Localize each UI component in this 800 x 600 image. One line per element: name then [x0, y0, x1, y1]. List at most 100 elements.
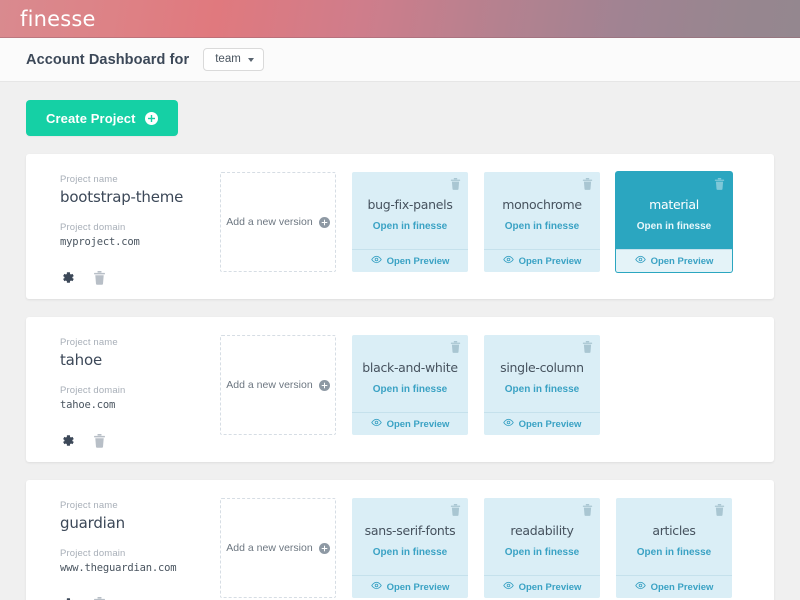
open-preview-button[interactable]: Open Preview	[484, 249, 600, 272]
version-delete-button[interactable]	[450, 341, 461, 353]
project-settings-button[interactable]	[60, 433, 75, 448]
open-preview-label: Open Preview	[650, 255, 714, 267]
team-selector[interactable]: team	[203, 47, 264, 72]
version-card[interactable]: monochrome Open in finesse Open Preview	[484, 172, 600, 272]
open-in-finesse-link[interactable]: Open in finesse	[505, 384, 579, 395]
version-name: black-and-white	[362, 360, 458, 375]
add-version-button[interactable]: Add a new version	[220, 172, 336, 272]
project-name: bootstrap-theme	[60, 188, 184, 206]
open-preview-button[interactable]: Open Preview	[352, 249, 468, 272]
plus-circle-icon	[318, 216, 330, 228]
plus-circle-icon	[318, 379, 330, 391]
open-preview-label: Open Preview	[518, 581, 582, 593]
create-project-label: Create Project	[46, 110, 136, 126]
version-card-body: readability Open in finesse	[484, 498, 600, 575]
open-in-finesse-link[interactable]: Open in finesse	[637, 547, 711, 558]
version-card[interactable]: single-column Open in finesse Open Previ…	[484, 335, 600, 435]
open-preview-button[interactable]: Open Preview	[352, 412, 468, 435]
project-name-label: Project name	[60, 337, 118, 348]
open-in-finesse-link[interactable]: Open in finesse	[505, 547, 579, 558]
version-card-body: material Open in finesse	[616, 172, 732, 249]
main-content: Create Project Project name bootstrap-th…	[0, 82, 800, 600]
version-delete-button[interactable]	[582, 178, 593, 190]
project-meta: Project name guardian Project domain www…	[44, 494, 220, 600]
open-preview-label: Open Preview	[650, 581, 714, 593]
project-delete-button[interactable]	[93, 596, 106, 600]
projects-list: Project name bootstrap-theme Project dom…	[26, 154, 774, 600]
project-name: guardian	[60, 514, 125, 532]
version-delete-button[interactable]	[714, 504, 725, 516]
version-delete-button[interactable]	[582, 341, 593, 353]
project-settings-button[interactable]	[60, 596, 75, 600]
trash-icon	[582, 341, 593, 356]
project-name-label: Project name	[60, 174, 118, 185]
version-card-body: articles Open in finesse	[616, 498, 732, 575]
trash-icon	[450, 504, 461, 519]
version-name: sans-serif-fonts	[364, 523, 456, 538]
open-in-finesse-link[interactable]: Open in finesse	[373, 221, 447, 232]
version-delete-button[interactable]	[450, 178, 461, 190]
open-preview-button[interactable]: Open Preview	[484, 575, 600, 598]
open-preview-label: Open Preview	[386, 255, 450, 267]
eye-icon	[634, 581, 646, 593]
trash-icon	[450, 341, 461, 356]
project-delete-button[interactable]	[93, 270, 106, 285]
create-project-button[interactable]: Create Project	[26, 100, 178, 136]
page-title: Account Dashboard for	[26, 51, 190, 68]
version-name: bug-fix-panels	[367, 197, 453, 212]
project-domain: www.theguardian.com	[60, 562, 177, 574]
open-preview-button[interactable]: Open Preview	[352, 575, 468, 598]
version-card[interactable]: bug-fix-panels Open in finesse Open Prev…	[352, 172, 468, 272]
project-settings-button[interactable]	[60, 270, 75, 285]
page-titlebar: Account Dashboard for team	[0, 38, 800, 82]
project-actions	[60, 433, 220, 448]
chevron-down-icon	[247, 57, 254, 62]
gear-icon	[60, 270, 75, 285]
version-delete-button[interactable]	[714, 178, 725, 190]
trash-icon	[582, 178, 593, 193]
project-meta: Project name bootstrap-theme Project dom…	[44, 168, 220, 285]
eye-icon	[502, 255, 514, 267]
project-domain: tahoe.com	[60, 399, 116, 411]
open-in-finesse-link[interactable]: Open in finesse	[505, 221, 579, 232]
eye-icon	[370, 255, 382, 267]
version-card[interactable]: material Open in finesse Open Preview	[616, 172, 732, 272]
eye-icon	[370, 418, 382, 430]
brand-bar: finesse	[0, 0, 800, 38]
trash-icon	[93, 596, 106, 600]
open-in-finesse-link[interactable]: Open in finesse	[373, 384, 447, 395]
project-domain-label: Project domain	[60, 385, 126, 396]
open-preview-label: Open Preview	[518, 255, 582, 267]
version-card-body: sans-serif-fonts Open in finesse	[352, 498, 468, 575]
open-preview-button[interactable]: Open Preview	[484, 412, 600, 435]
version-delete-button[interactable]	[582, 504, 593, 516]
trash-icon	[714, 178, 725, 193]
trash-icon	[582, 504, 593, 519]
eye-icon	[634, 255, 646, 267]
trash-icon	[450, 178, 461, 193]
add-version-button[interactable]: Add a new version	[220, 335, 336, 435]
add-version-button[interactable]: Add a new version	[220, 498, 336, 598]
version-card[interactable]: articles Open in finesse Open Preview	[616, 498, 732, 598]
project-domain-label: Project domain	[60, 548, 126, 559]
version-card[interactable]: readability Open in finesse Open Preview	[484, 498, 600, 598]
brand-logo[interactable]: finesse	[20, 7, 96, 31]
trash-icon	[714, 504, 725, 519]
open-in-finesse-link[interactable]: Open in finesse	[373, 547, 447, 558]
version-card[interactable]: sans-serif-fonts Open in finesse Open Pr…	[352, 498, 468, 598]
project-delete-button[interactable]	[93, 433, 106, 448]
version-list: Add a new version bug-fix-panels Open in…	[220, 168, 732, 272]
add-version-label: Add a new version	[226, 542, 313, 554]
open-preview-button[interactable]: Open Preview	[616, 575, 732, 598]
trash-icon	[93, 433, 106, 448]
version-name: monochrome	[502, 197, 582, 212]
open-in-finesse-link[interactable]: Open in finesse	[637, 221, 711, 232]
version-card[interactable]: black-and-white Open in finesse Open Pre…	[352, 335, 468, 435]
version-delete-button[interactable]	[450, 504, 461, 516]
open-preview-label: Open Preview	[386, 418, 450, 430]
version-card-body: bug-fix-panels Open in finesse	[352, 172, 468, 249]
open-preview-button[interactable]: Open Preview	[616, 249, 732, 272]
version-list: Add a new version sans-serif-fonts Open …	[220, 494, 732, 598]
project-meta: Project name tahoe Project domain tahoe.…	[44, 331, 220, 448]
add-version-label: Add a new version	[226, 216, 313, 228]
